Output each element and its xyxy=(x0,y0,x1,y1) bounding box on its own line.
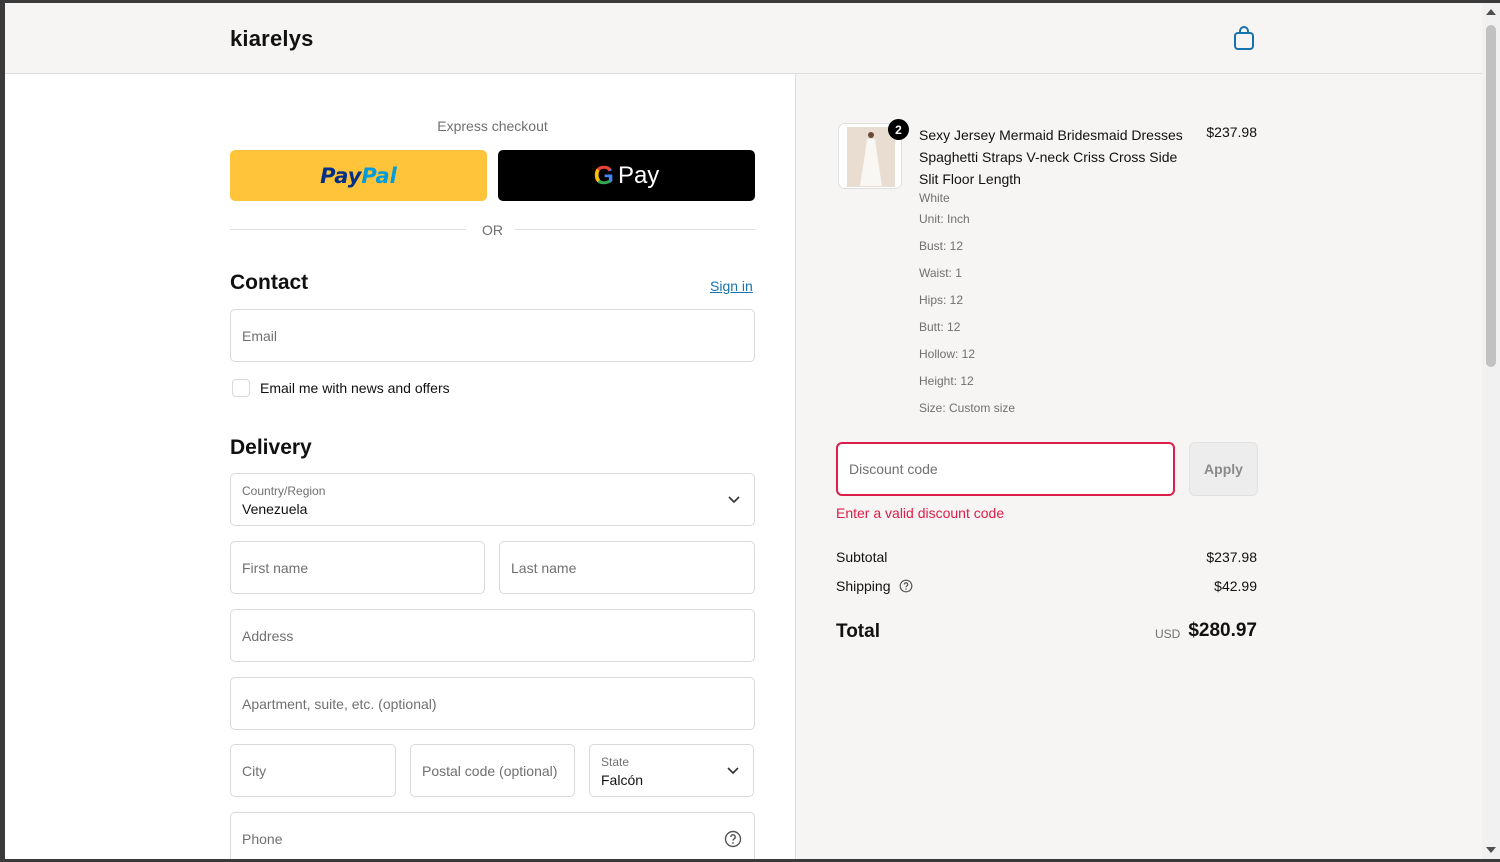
subtotal-label: Subtotal xyxy=(836,549,888,565)
first-name-placeholder: First name xyxy=(242,559,309,576)
google-pay-label: Pay xyxy=(617,161,660,189)
last-name-placeholder: Last name xyxy=(511,559,577,576)
vertical-scrollbar[interactable] xyxy=(1482,3,1500,859)
divider-line-right xyxy=(515,229,755,230)
scroll-up-arrow-icon[interactable] xyxy=(1486,9,1496,15)
scroll-down-arrow-icon[interactable] xyxy=(1486,847,1496,853)
shipping-value: $42.99 xyxy=(1214,578,1257,594)
email-placeholder: Email xyxy=(242,327,278,344)
address-field[interactable]: Address xyxy=(230,609,755,662)
scrollbar-thumb[interactable] xyxy=(1486,25,1496,367)
phone-field[interactable]: Phone xyxy=(230,812,755,859)
sign-in-link[interactable]: Sign in xyxy=(710,278,753,294)
product-detail: Size: Custom size xyxy=(919,401,1016,415)
shipping-label: Shipping xyxy=(836,578,913,594)
product-detail: Butt: 12 xyxy=(919,320,961,334)
or-divider: OR xyxy=(230,220,755,240)
state-label: State xyxy=(601,755,630,769)
product-detail: Hollow: 12 xyxy=(919,347,976,361)
delivery-heading: Delivery xyxy=(230,436,312,459)
subtotal-value: $237.98 xyxy=(1206,549,1257,565)
checkout-window: kiarelys Express checkout Pay Pal G Pay O… xyxy=(5,3,1482,859)
country-select[interactable]: Country/Region Venezuela xyxy=(230,473,755,526)
state-select[interactable]: State Falcón xyxy=(589,744,754,797)
total-value: $280.97 xyxy=(1188,620,1257,641)
contact-heading: Contact xyxy=(230,271,309,294)
discount-placeholder: Discount code xyxy=(849,461,938,477)
postal-code-placeholder: Postal code (optional) xyxy=(422,762,558,779)
address-placeholder: Address xyxy=(242,627,294,644)
help-circle-icon[interactable] xyxy=(899,579,913,593)
chevron-down-icon xyxy=(727,766,739,774)
product-detail: Hips: 12 xyxy=(919,293,964,307)
first-name-field[interactable]: First name xyxy=(230,541,485,594)
postal-code-field[interactable]: Postal code (optional) xyxy=(410,744,575,797)
email-field[interactable]: Email xyxy=(230,309,755,362)
or-label: OR xyxy=(482,222,503,238)
checkout-form-column: Express checkout Pay Pal G Pay OR Contact… xyxy=(5,74,795,859)
discount-code-input[interactable]: Discount code xyxy=(836,442,1175,496)
google-g-icon: G xyxy=(593,160,614,190)
express-checkout-label: Express checkout xyxy=(437,118,548,134)
shopping-bag-icon[interactable] xyxy=(1232,25,1256,51)
city-placeholder: City xyxy=(242,762,267,779)
country-value: Venezuela xyxy=(242,501,308,517)
total-label: Total xyxy=(836,621,880,642)
google-pay-button[interactable]: G Pay xyxy=(498,150,755,201)
shipping-label-text: Shipping xyxy=(836,578,891,594)
chevron-down-icon xyxy=(728,495,740,503)
order-summary-column: 2 Sexy Jersey Mermaid Bridesmaid Dresses… xyxy=(795,74,1482,859)
state-value: Falcón xyxy=(601,772,644,788)
newsletter-checkbox[interactable] xyxy=(232,379,250,397)
discount-error-message: Enter a valid discount code xyxy=(836,505,1005,521)
product-detail: Waist: 1 xyxy=(919,266,962,280)
newsletter-label[interactable]: Email me with news and offers xyxy=(260,380,450,396)
product-detail: Bust: 12 xyxy=(919,239,964,253)
apartment-placeholder: Apartment, suite, etc. (optional) xyxy=(242,695,437,712)
product-title: Sexy Jersey Mermaid Bridesmaid Dresses S… xyxy=(919,127,1183,187)
help-circle-icon[interactable] xyxy=(724,830,742,848)
apartment-field[interactable]: Apartment, suite, etc. (optional) xyxy=(230,677,755,730)
phone-placeholder: Phone xyxy=(242,830,283,847)
product-detail: Height: 12 xyxy=(919,374,974,388)
apply-discount-button[interactable]: Apply xyxy=(1189,442,1258,496)
product-variant: White xyxy=(919,191,950,205)
paypal-button[interactable]: Pay Pal xyxy=(230,150,487,201)
last-name-field[interactable]: Last name xyxy=(499,541,755,594)
currency-code: USD xyxy=(1155,627,1181,641)
paypal-logo-part2: Pal xyxy=(361,163,397,188)
site-header: kiarelys xyxy=(5,3,1482,74)
product-detail: Unit: Inch xyxy=(919,212,970,226)
country-label: Country/Region xyxy=(242,484,326,498)
product-price: $237.98 xyxy=(1206,124,1257,140)
quantity-badge: 2 xyxy=(888,119,909,140)
paypal-logo-part1: Pay xyxy=(320,163,362,188)
store-logo[interactable]: kiarelys xyxy=(230,26,314,52)
city-field[interactable]: City xyxy=(230,744,396,797)
